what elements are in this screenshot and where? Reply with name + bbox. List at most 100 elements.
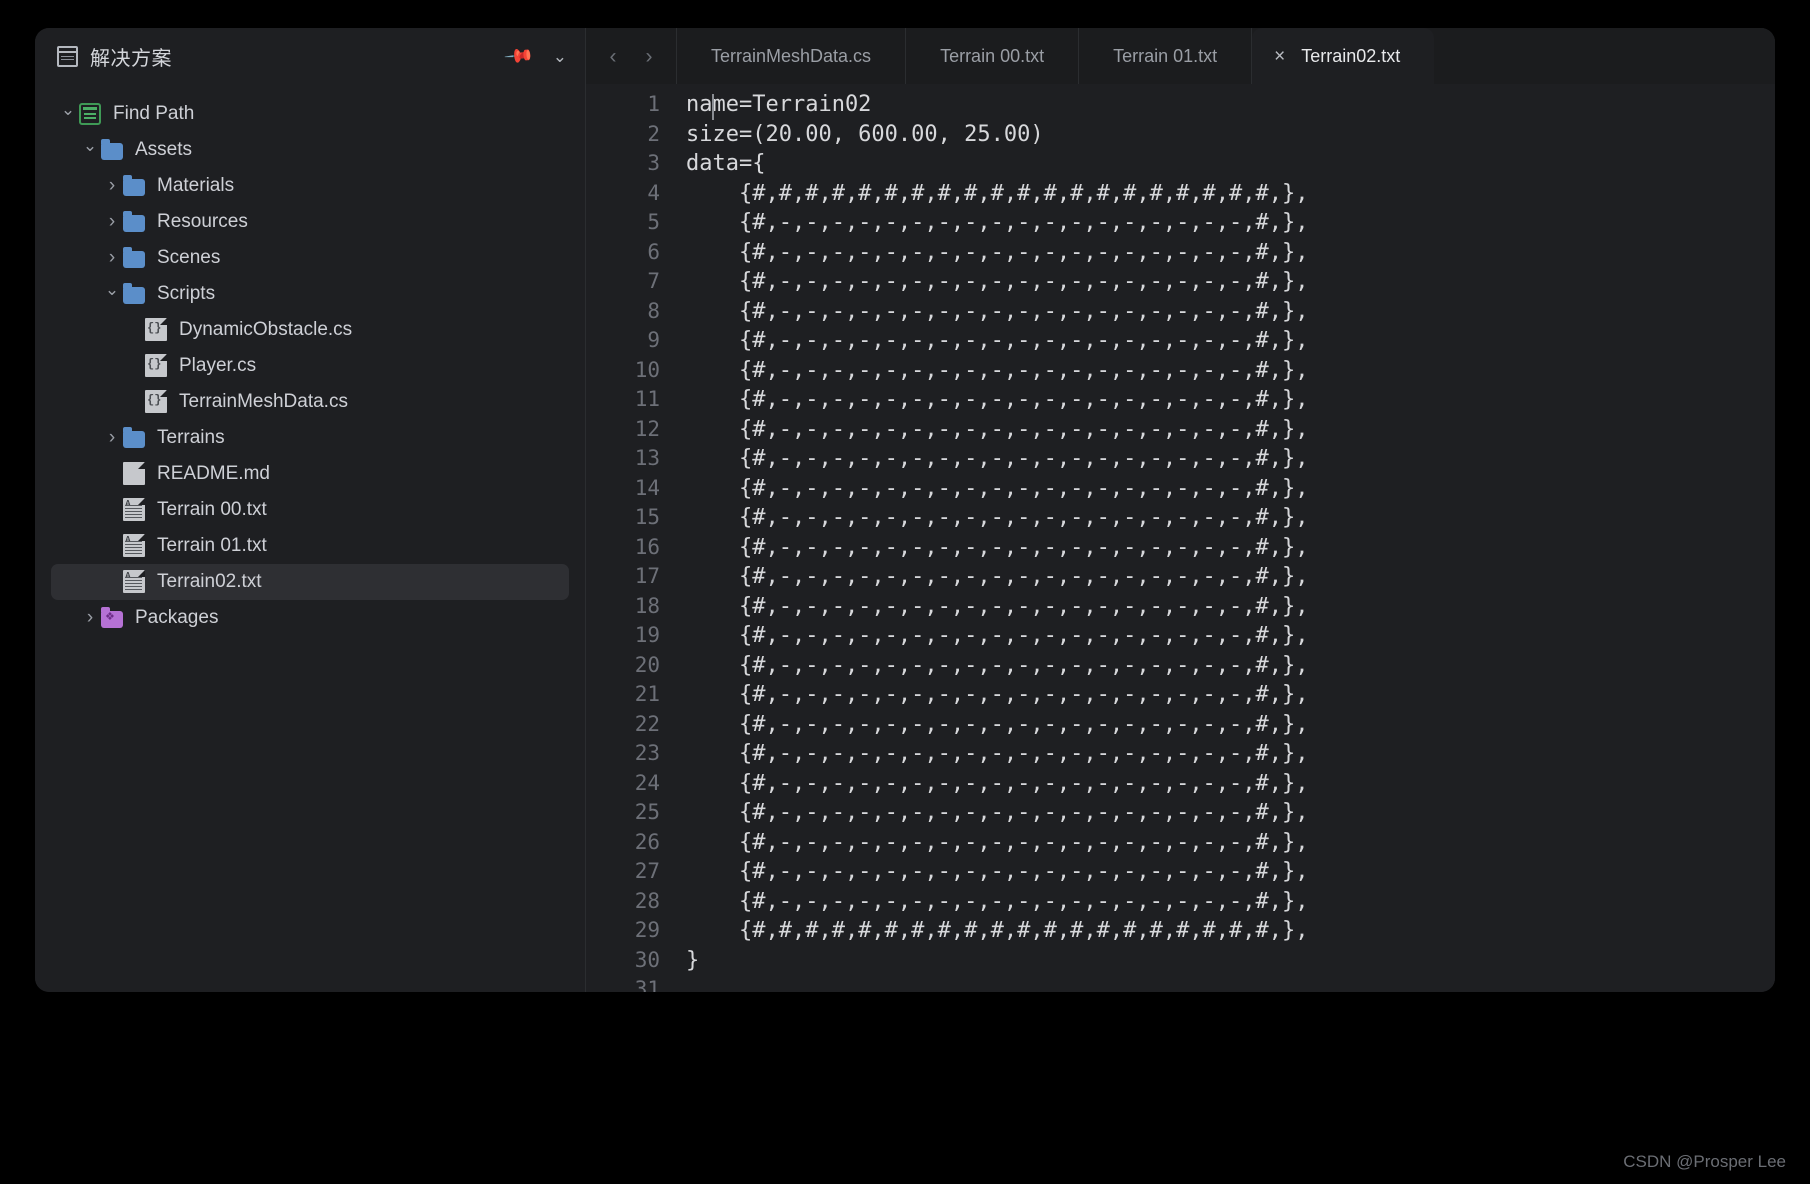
- tree-item-label: Packages: [135, 607, 219, 628]
- code-line: 7 {#,-,-,-,-,-,-,-,-,-,-,-,-,-,-,-,-,-,-…: [586, 267, 1775, 297]
- editor-tab[interactable]: TerrainMeshData.cs: [677, 28, 907, 84]
- folder-icon: [101, 139, 123, 160]
- line-text: {#,#,#,#,#,#,#,#,#,#,#,#,#,#,#,#,#,#,#,#…: [686, 918, 1309, 943]
- plain-file-icon: [123, 462, 145, 485]
- line-text: {#,-,-,-,-,-,-,-,-,-,-,-,-,-,-,-,-,-,-,#…: [686, 475, 1309, 501]
- line-text: {#,-,-,-,-,-,-,-,-,-,-,-,-,-,-,-,-,-,-,#…: [686, 328, 1309, 353]
- line-number: 16: [634, 534, 660, 559]
- line-text: {#,-,-,-,-,-,-,-,-,-,-,-,-,-,-,-,-,-,-,#…: [686, 623, 1309, 648]
- line-number: 20: [634, 652, 660, 677]
- tree-item[interactable]: Materials: [51, 168, 569, 204]
- chevron-down-icon[interactable]: ⌄: [553, 48, 567, 65]
- csharp-file-icon: [145, 318, 167, 341]
- line-text: {#,-,-,-,-,-,-,-,-,-,-,-,-,-,-,-,-,-,-,#…: [686, 239, 1309, 265]
- file-letter-mark: A: [125, 571, 131, 580]
- tree-item[interactable]: Assets: [51, 132, 569, 168]
- code-line: 17 {#,-,-,-,-,-,-,-,-,-,-,-,-,-,-,-,-,-,…: [586, 562, 1775, 592]
- code-line: 3 data={: [586, 149, 1775, 179]
- chevron-down-icon[interactable]: [79, 140, 101, 160]
- line-text: {#,-,-,-,-,-,-,-,-,-,-,-,-,-,-,-,-,-,-,#…: [686, 741, 1309, 766]
- line-number: 21: [634, 682, 660, 706]
- line-number: 10: [634, 357, 660, 382]
- tree-item[interactable]: README.md: [51, 456, 569, 492]
- tree-item[interactable]: A Terrain 01.txt: [51, 528, 569, 564]
- pin-icon[interactable]: 📌: [503, 40, 535, 71]
- line-number: 14: [634, 475, 660, 500]
- chevron-right-icon[interactable]: [101, 247, 123, 269]
- tree-item[interactable]: A Terrain 00.txt: [51, 492, 569, 528]
- code-line: 1 name=Terrain02: [586, 90, 1775, 120]
- tree-item[interactable]: Terrains: [51, 420, 569, 456]
- tab-list: TerrainMeshData.cs Terrain 00.txt Terrain …: [677, 28, 1435, 84]
- chevron-right-icon[interactable]: [101, 427, 123, 449]
- editor-tab-label: Terrain 00.txt: [940, 45, 1045, 66]
- code-line: 4 {#,#,#,#,#,#,#,#,#,#,#,#,#,#,#,#,#,#,#…: [586, 179, 1775, 209]
- line-text: {#,-,-,-,-,-,-,-,-,-,-,-,-,-,-,-,-,-,-,#…: [686, 770, 1309, 796]
- chevron-right-icon[interactable]: [79, 607, 101, 629]
- folder-icon: [123, 247, 145, 268]
- line-number: 6: [647, 239, 660, 264]
- code-line: 13 {#,-,-,-,-,-,-,-,-,-,-,-,-,-,-,-,-,-,…: [586, 444, 1775, 474]
- chevron-down-icon[interactable]: [101, 284, 123, 304]
- folder-icon: [123, 283, 145, 304]
- line-number: 13: [634, 446, 660, 470]
- tree-item-label: Resources: [157, 211, 248, 232]
- tree-item-label: Materials: [157, 175, 235, 196]
- code-line: 22 {#,-,-,-,-,-,-,-,-,-,-,-,-,-,-,-,-,-,…: [586, 710, 1775, 740]
- tree-item[interactable]: Resources: [51, 204, 569, 240]
- code-line: 19 {#,-,-,-,-,-,-,-,-,-,-,-,-,-,-,-,-,-,…: [586, 621, 1775, 651]
- code-line: 16 {#,-,-,-,-,-,-,-,-,-,-,-,-,-,-,-,-,-,…: [586, 533, 1775, 563]
- code-viewport[interactable]: 1 name=Terrain02 2 size=(20.00, 600.00, 25.…: [586, 84, 1775, 992]
- code-line: 20 {#,-,-,-,-,-,-,-,-,-,-,-,-,-,-,-,-,-,…: [586, 651, 1775, 681]
- editor-tab[interactable]: Terrain 01.txt: [1079, 28, 1253, 84]
- tree-item-label: DynamicObstacle.cs: [179, 319, 353, 340]
- code-line: 25 {#,-,-,-,-,-,-,-,-,-,-,-,-,-,-,-,-,-,…: [586, 798, 1775, 828]
- line-number: 5: [647, 210, 660, 234]
- code-line: 28 {#,-,-,-,-,-,-,-,-,-,-,-,-,-,-,-,-,-,…: [586, 887, 1775, 917]
- tree-item[interactable]: Find Path: [51, 96, 569, 132]
- tree-item[interactable]: Scenes: [51, 240, 569, 276]
- line-text: {#,-,-,-,-,-,-,-,-,-,-,-,-,-,-,-,-,-,-,#…: [686, 298, 1309, 324]
- editor-tab-bar: ‹ › TerrainMeshData.cs Terrain 00.txt Terr…: [586, 28, 1775, 84]
- line-text: {#,-,-,-,-,-,-,-,-,-,-,-,-,-,-,-,-,-,-,#…: [686, 387, 1309, 412]
- text-file-icon: A: [123, 498, 145, 521]
- line-number: 26: [634, 829, 660, 854]
- code-line: 24 {#,-,-,-,-,-,-,-,-,-,-,-,-,-,-,-,-,-,…: [586, 769, 1775, 799]
- editor-tab[interactable]: Terrain 00.txt: [906, 28, 1080, 84]
- code-line: 31: [586, 975, 1775, 992]
- tree-item[interactable]: A Terrain02.txt: [51, 564, 569, 600]
- line-number: 27: [634, 859, 660, 883]
- solution-explorer-header: 解决方案 📌 ⌄: [35, 28, 585, 84]
- text-file-icon: A: [123, 570, 145, 593]
- watermark: CSDN @Prosper Lee: [1623, 1152, 1786, 1171]
- line-text: {#,-,-,-,-,-,-,-,-,-,-,-,-,-,-,-,-,-,-,#…: [686, 534, 1309, 560]
- editor-tab-label: Terrain 01.txt: [1113, 45, 1218, 66]
- chevron-right-icon[interactable]: ›: [636, 46, 662, 67]
- code-line: 15 {#,-,-,-,-,-,-,-,-,-,-,-,-,-,-,-,-,-,…: [586, 503, 1775, 533]
- line-text: {#,-,-,-,-,-,-,-,-,-,-,-,-,-,-,-,-,-,-,#…: [686, 357, 1309, 383]
- chevron-left-icon[interactable]: ‹: [600, 46, 626, 67]
- tree-item[interactable]: Player.cs: [51, 348, 569, 384]
- chevron-down-icon[interactable]: [57, 104, 79, 124]
- line-text: data={: [686, 151, 766, 176]
- line-number: 29: [634, 918, 660, 942]
- line-text: {#,#,#,#,#,#,#,#,#,#,#,#,#,#,#,#,#,#,#,#…: [686, 180, 1309, 206]
- line-number: 31: [634, 977, 660, 992]
- code-line: 27 {#,-,-,-,-,-,-,-,-,-,-,-,-,-,-,-,-,-,…: [586, 857, 1775, 887]
- tree-item-label: Terrains: [157, 427, 225, 448]
- chevron-right-icon[interactable]: [101, 175, 123, 197]
- tree-item[interactable]: Packages: [51, 600, 569, 636]
- tree-item-label: Scenes: [157, 247, 221, 268]
- line-text: size=(20.00, 600.00, 25.00): [686, 121, 1044, 147]
- editor-tab[interactable]: × Terrain02.txt: [1252, 28, 1435, 84]
- close-icon[interactable]: ×: [1274, 47, 1285, 66]
- tree-item[interactable]: Scripts: [51, 276, 569, 312]
- editor-panel: ‹ › TerrainMeshData.cs Terrain 00.txt Terr…: [586, 28, 1775, 992]
- tree-item[interactable]: TerrainMeshData.cs: [51, 384, 569, 420]
- code-line: 9 {#,-,-,-,-,-,-,-,-,-,-,-,-,-,-,-,-,-,-…: [586, 326, 1775, 356]
- code-line: 18 {#,-,-,-,-,-,-,-,-,-,-,-,-,-,-,-,-,-,…: [586, 592, 1775, 622]
- tree-item[interactable]: DynamicObstacle.cs: [51, 312, 569, 348]
- code-line: 21 {#,-,-,-,-,-,-,-,-,-,-,-,-,-,-,-,-,-,…: [586, 680, 1775, 710]
- chevron-right-icon[interactable]: [101, 211, 123, 233]
- line-number: 2: [647, 121, 660, 146]
